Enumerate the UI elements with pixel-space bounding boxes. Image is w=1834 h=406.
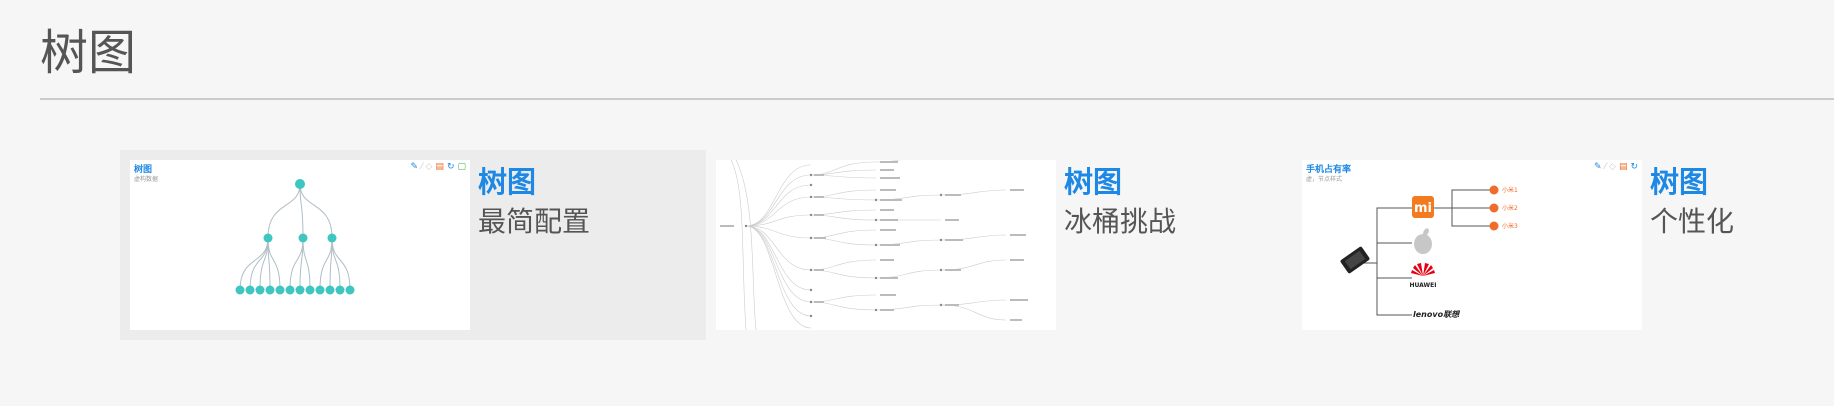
gallery-card-tree-custom[interactable]: 手机占有率 虚，节点样式 ✎ ⁄ ◇ ▤ ↻ mi HUAWEI lenovo联… <box>1292 150 1834 340</box>
refresh-icon: ↻ <box>1630 162 1638 172</box>
mark-icon: ✎ <box>410 162 418 172</box>
card-caption: 树图 最简配置 <box>478 162 590 242</box>
tree-ice-bucket-graphic <box>720 160 1028 330</box>
card-subtitle: 个性化 <box>1650 205 1735 238</box>
page-title: 树图 <box>40 25 137 81</box>
thumbnail-tree-custom: 手机占有率 虚，节点样式 ✎ ⁄ ◇ ▤ ↻ mi HUAWEI lenovo联… <box>1302 160 1642 330</box>
card-title[interactable]: 树图 <box>478 162 590 202</box>
restore-icon: ◇ <box>425 162 433 172</box>
tree-basic-graphic <box>235 179 355 295</box>
thumbnail-toolbar: ✎ ⁄ ◇ ▤ ↻ ▢ <box>410 162 466 172</box>
mi-logo-icon: mi <box>1412 196 1434 218</box>
gallery-card-tree-basic[interactable]: 树图 虚构数据 ✎ ⁄ ◇ ▤ ↻ ▢ 树图 最简配置 <box>120 150 706 340</box>
lenovo-label: lenovo联想 <box>1413 310 1461 319</box>
node-label: 小米1 <box>1502 186 1518 194</box>
tree-custom-graphic: mi HUAWEI lenovo联想 小米1 小米2 小米3 <box>1340 185 1518 319</box>
mark-icon: ✎ <box>1593 162 1602 172</box>
card-caption: 树图 冰桶挑战 <box>1064 162 1176 242</box>
chart-gallery: 树图 虚构数据 ✎ ⁄ ◇ ▤ ↻ ▢ 树图 最简配置 树图 冰桶挑战 手机占有… <box>120 150 1834 340</box>
apple-logo-icon <box>1414 228 1432 254</box>
gallery-card-tree-ice-bucket[interactable]: 树图 冰桶挑战 <box>706 150 1292 340</box>
card-subtitle: 冰桶挑战 <box>1064 205 1177 238</box>
thumbnail-subtitle: 虚构数据 <box>134 176 159 183</box>
save-icon: ▢ <box>457 162 466 172</box>
card-subtitle: 最简配置 <box>478 205 591 238</box>
edit-icon: ⁄ <box>420 162 423 172</box>
edit-icon: ⁄ <box>1604 162 1607 172</box>
huawei-logo-icon: HUAWEI <box>1409 263 1437 289</box>
thumbnail-tree-ice-bucket <box>716 160 1056 330</box>
svg-text:mi: mi <box>1414 201 1432 216</box>
card-title[interactable]: 树图 <box>1064 162 1176 202</box>
huawei-label: HUAWEI <box>1409 282 1436 289</box>
thumbnail-toolbar: ✎ ⁄ ◇ ▤ ↻ <box>1594 162 1638 172</box>
refresh-icon: ↻ <box>446 162 455 172</box>
data-icon: ▤ <box>1618 162 1628 172</box>
node-label: 小米3 <box>1502 222 1518 230</box>
restore-icon: ◇ <box>1609 162 1616 172</box>
thumbnail-tree-basic: 树图 虚构数据 ✎ ⁄ ◇ ▤ ↻ ▢ <box>130 160 470 330</box>
phone-icon <box>1340 246 1370 274</box>
node-label: 小米2 <box>1502 204 1518 212</box>
data-icon: ▤ <box>435 162 444 172</box>
card-title[interactable]: 树图 <box>1650 162 1734 202</box>
card-caption: 树图 个性化 <box>1650 162 1734 242</box>
thumbnail-subtitle: 虚，节点样式 <box>1306 176 1343 183</box>
title-divider <box>40 98 1834 100</box>
